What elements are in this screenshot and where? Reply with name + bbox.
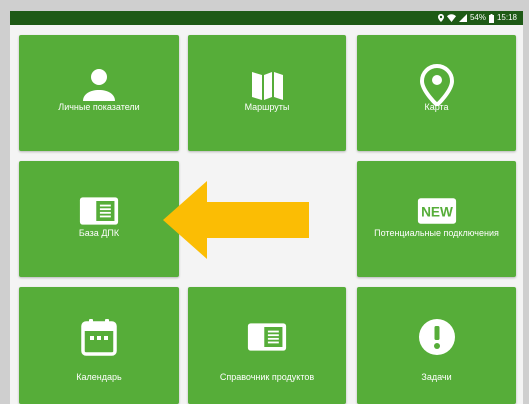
tile-label: Карта (424, 102, 449, 112)
tile-label: Справочник продуктов (219, 372, 315, 382)
tile-label: Личные показатели (58, 102, 140, 112)
tile-label: База ДПК (78, 228, 120, 238)
app-screen: 54% 15:18 Личные показатели Маршруты Кар… (10, 11, 523, 404)
tile-label: Потенциальные подключения (374, 228, 499, 238)
tile-potential-connections[interactable]: NEW Потенциальные подключения (357, 161, 516, 277)
new-badge-icon: NEW (417, 191, 457, 231)
status-icons: 54% 15:18 (437, 11, 517, 25)
map-pin-icon (417, 64, 457, 106)
clock: 15:18 (496, 13, 517, 22)
tile-routes[interactable]: Маршруты (188, 35, 346, 151)
svg-text:NEW: NEW (421, 204, 453, 219)
calendar-icon (79, 317, 119, 357)
status-bar: 54% 15:18 (10, 11, 523, 25)
tile-calendar[interactable]: Календарь (19, 287, 179, 404)
book-icon (79, 191, 119, 231)
person-icon (79, 65, 119, 105)
tile-label: Календарь (76, 372, 122, 382)
pointer-arrow-icon (163, 181, 309, 259)
tile-tasks[interactable]: Задачи (357, 287, 516, 404)
tile-label: Маршруты (244, 102, 290, 112)
battery-icon (488, 13, 494, 23)
location-icon (437, 14, 444, 22)
battery-percent: 54% (469, 13, 486, 22)
map-icon (247, 65, 287, 105)
tile-map[interactable]: Карта (357, 35, 516, 151)
tile-label: Задачи (421, 372, 452, 382)
wifi-icon (446, 14, 456, 22)
tile-dpk-base[interactable]: База ДПК (19, 161, 179, 277)
signal-icon (458, 14, 467, 22)
book-icon (247, 317, 287, 357)
alert-icon (417, 317, 457, 357)
tile-product-reference[interactable]: Справочник продуктов (188, 287, 346, 404)
tile-personal-stats[interactable]: Личные показатели (19, 35, 179, 151)
